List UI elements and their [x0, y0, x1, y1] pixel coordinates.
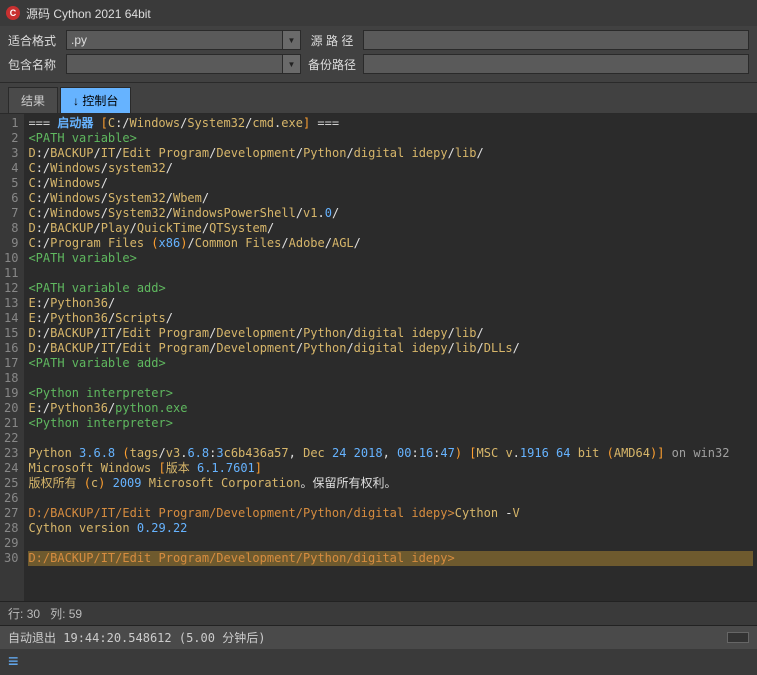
- format-label: 适合格式: [8, 32, 60, 49]
- auto-exit-bar: 自动退出 19:44:20.548612 (5.00 分钟后): [0, 625, 757, 649]
- window-title: 源码 Cython 2021 64bit: [26, 5, 151, 22]
- tab-results[interactable]: 结果: [8, 87, 58, 113]
- col-value: 59: [69, 607, 82, 621]
- backup-input[interactable]: [363, 54, 749, 74]
- format-combo[interactable]: ▼: [66, 30, 301, 50]
- name-combo[interactable]: ▼: [66, 54, 301, 74]
- hamburger-icon[interactable]: ≡: [0, 649, 757, 673]
- row-value: 30: [27, 607, 40, 621]
- console-output[interactable]: 1234567891011121314151617181920212223242…: [0, 114, 757, 601]
- status-bar: 行: 30 列: 59: [0, 601, 757, 625]
- titlebar: C 源码 Cython 2021 64bit: [0, 0, 757, 26]
- auto-exit-label: 自动退出: [8, 631, 56, 645]
- col-label: 列:: [50, 607, 65, 621]
- progress-bar: [727, 632, 749, 643]
- auto-exit-remain: (5.00 分钟后): [179, 631, 266, 645]
- path-input[interactable]: [363, 30, 749, 50]
- line-gutter: 1234567891011121314151617181920212223242…: [0, 114, 24, 601]
- backup-label: 备份路径: [307, 56, 357, 73]
- toolbar: 适合格式 ▼ 源 路 径 包含名称 ▼ 备份路径: [0, 26, 757, 82]
- chevron-down-icon[interactable]: ▼: [283, 54, 301, 74]
- tab-console[interactable]: ↓ 控制台: [60, 87, 131, 113]
- row-label: 行:: [8, 607, 23, 621]
- auto-exit-time: 19:44:20.548612: [63, 631, 171, 645]
- app-icon: C: [6, 6, 20, 20]
- format-input[interactable]: [66, 30, 283, 50]
- path-label: 源 路 径: [307, 32, 357, 49]
- name-input[interactable]: [66, 54, 283, 74]
- tabs: 结果 ↓ 控制台: [0, 82, 757, 114]
- code-area[interactable]: === 启动器 [C:/Windows/System32/cmd.exe] ==…: [24, 114, 757, 601]
- name-label: 包含名称: [8, 56, 60, 73]
- chevron-down-icon[interactable]: ▼: [283, 30, 301, 50]
